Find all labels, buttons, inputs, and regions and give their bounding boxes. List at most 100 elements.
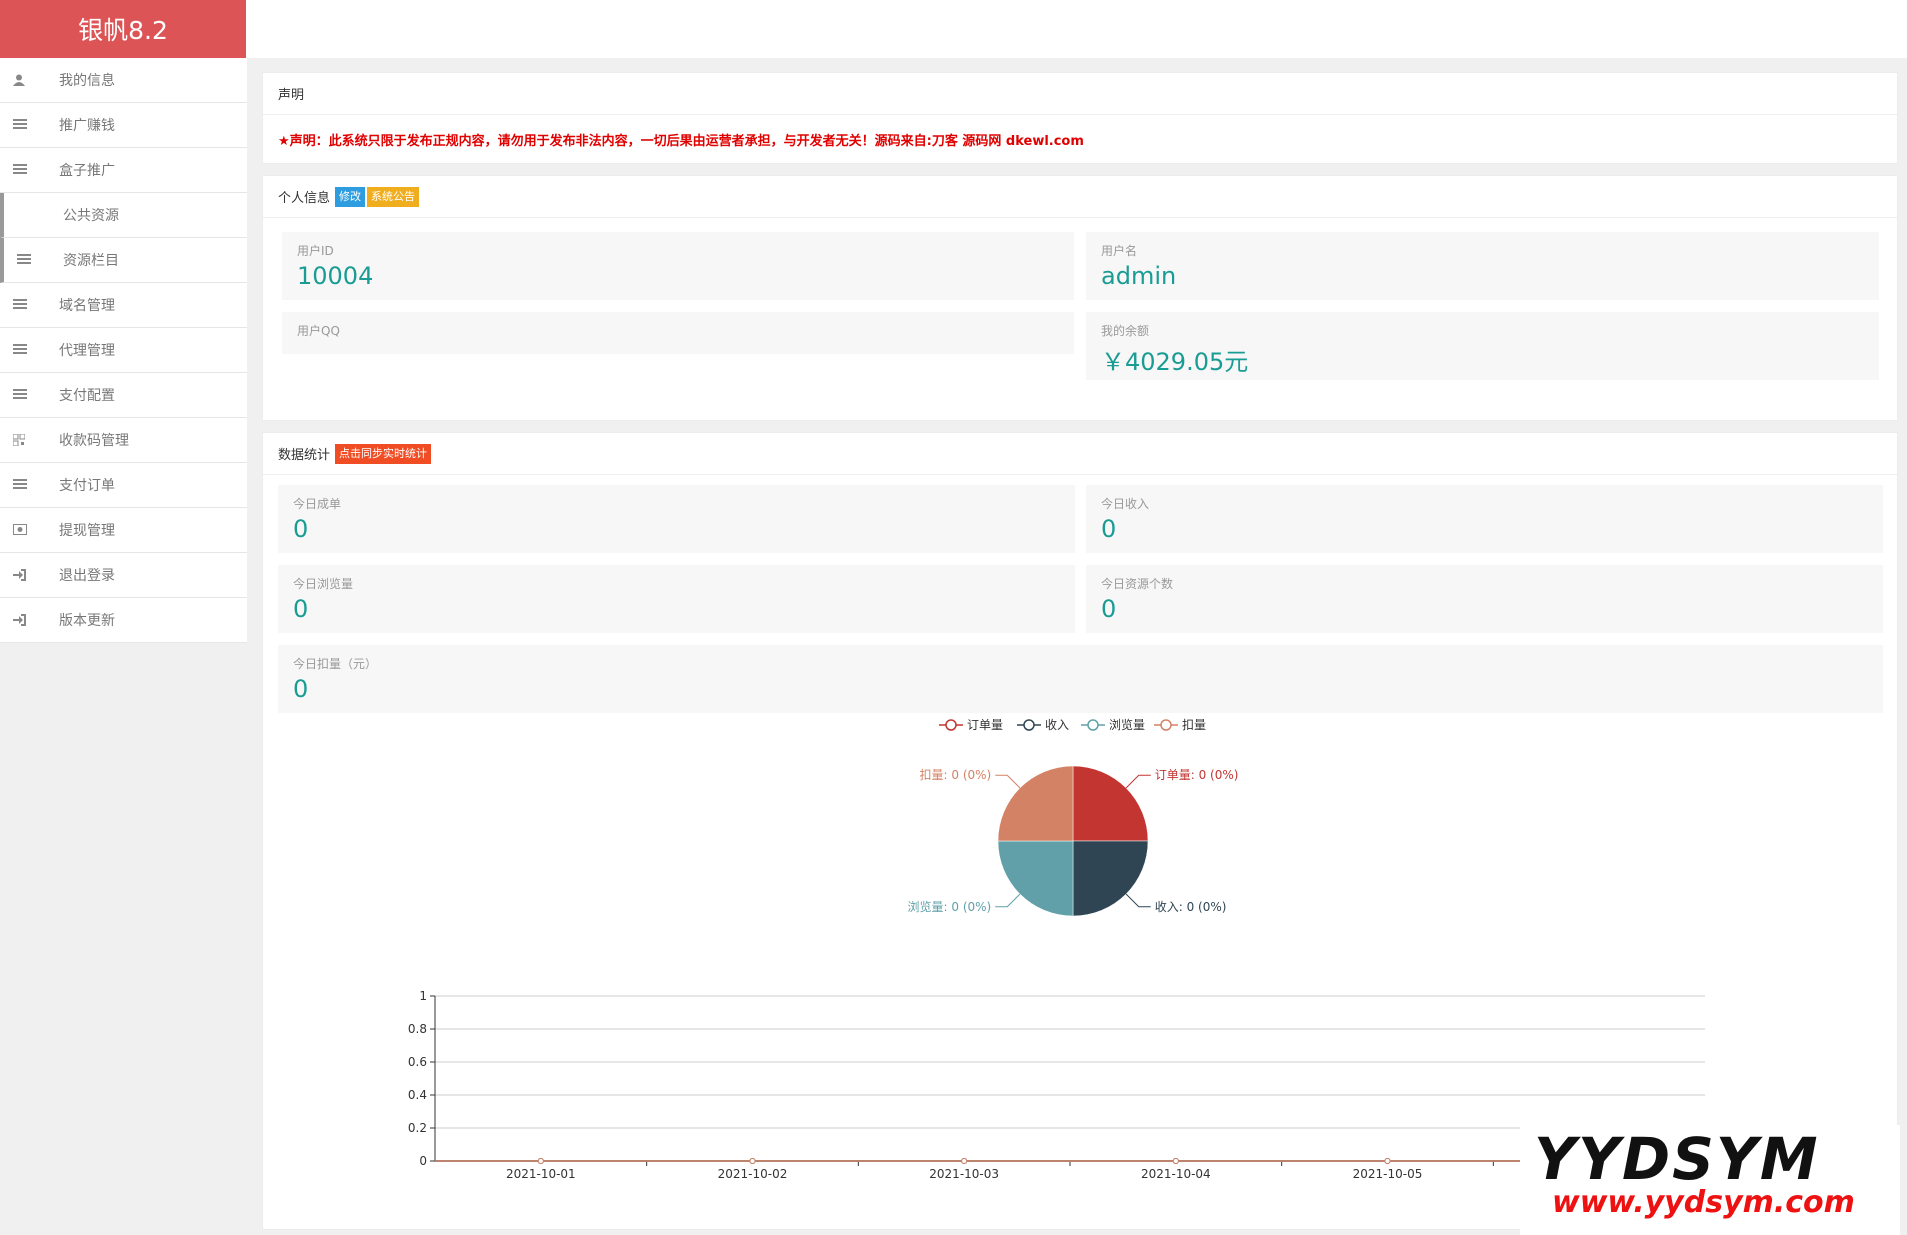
x-tick-label: 2021-10-03 [929,1167,999,1181]
sidebar-item-label: 推广赚钱 [59,118,115,134]
qq-card: 用户QQ [282,312,1074,354]
sidebar-item[interactable]: 我的信息 [0,58,247,103]
today-resources-caption: 今日资源个数 [1101,577,1174,591]
sidebar-item[interactable]: 域名管理 [0,283,247,328]
x-tick-label: 2021-10-02 [718,1167,788,1181]
series-point[interactable] [537,1158,544,1164]
series-point[interactable] [1172,1158,1179,1164]
sidebar-item-label: 收款码管理 [59,433,129,449]
sidebar-item-label: 我的信息 [59,73,115,89]
app-logo[interactable]: 银帆8.2 [0,0,246,58]
legend-label: 订单量 [967,718,1003,732]
x-tick-label: 2021-10-04 [1141,1167,1211,1181]
y-tick-label: 0 [419,1154,427,1168]
user-icon [13,74,27,86]
today-views-value: 0 [293,595,309,623]
today-resources-card: 今日资源个数 0 [1086,565,1883,633]
list-icon [13,479,27,491]
announcement-button[interactable]: 系统公告 [367,186,420,207]
sidebar-item[interactable]: 推广赚钱 [0,103,247,148]
money-icon [13,524,27,536]
today-views-caption: 今日浏览量 [293,577,354,591]
sidebar-item-label: 支付配置 [59,388,115,404]
sidebar-item[interactable]: 提现管理 [0,508,247,553]
today-orders-card: 今日成单 0 [278,485,1075,553]
y-tick-label: 0.2 [408,1121,427,1135]
notice-title: 声明 [263,73,1897,115]
y-tick-label: 1 [419,989,427,1003]
pie-chart: 订单量 收入 浏览量 扣量订单量: 0 (0%) 收入: 0 (0%) 浏览量: 0 (0… [908,717,1239,917]
pie-label: 浏览量: 0 (0%) [908,899,992,914]
sidebar-item[interactable]: 盒子推广 [0,148,247,193]
username-caption: 用户名 [1101,244,1138,258]
sidebar-item-label: 版本更新 [59,613,115,629]
list-icon [13,164,27,176]
today-views-card: 今日浏览量 0 [278,565,1075,633]
profile-title: 个人信息 [278,191,331,206]
pie-label: 收入: 0 (0%) [1155,900,1227,914]
legend-label: 收入 [1045,718,1069,732]
legend-label: 浏览量 [1109,717,1145,732]
today-income-value: 0 [1101,515,1117,543]
list-icon [13,389,27,401]
balance-card: 我的余额 ￥4029.05元 [1086,312,1879,380]
edit-button[interactable]: 修改 [335,186,366,207]
notice-panel: 声明 ★声明：此系统只限于发布正规内容，请勿用于发布非法内容，一切后果由运营者承… [262,72,1898,164]
x-tick-label: 2021-10-05 [1353,1167,1423,1181]
today-income-card: 今日收入 0 [1086,485,1883,553]
stats-title: 数据统计 [278,448,331,463]
username-value: admin [1101,262,1177,290]
today-resources-value: 0 [1101,595,1117,623]
profile-panel: 个人信息 修改 系统公告 用户ID 10004 用户名 admin 用户QQ 我… [262,175,1898,421]
pie-label-line [995,774,1021,789]
sidebar-item[interactable]: 代理管理 [0,328,247,373]
pie-label: 扣量: 0 (0%) [920,768,992,782]
y-tick-label: 0.4 [408,1088,427,1102]
sidebar-item[interactable]: 版本更新 [0,598,247,643]
sidebar-item[interactable]: 退出登录 [0,553,247,598]
qrcode-icon [12,433,27,447]
sidebar-item[interactable]: 资源栏目 [0,238,247,283]
watermark-title: YYDSYM [1534,1125,1820,1193]
sidebar-item-label: 支付订单 [59,478,115,494]
pie-label-line [1125,893,1151,908]
balance-caption: 我的余额 [1101,324,1150,338]
sidebar: 我的信息推广赚钱盒子推广公共资源资源栏目域名管理代理管理支付配置收款码管理支付订… [0,58,247,643]
sidebar-item[interactable]: 公共资源 [0,193,247,238]
sign-in-icon [13,614,27,626]
legend-item[interactable]: 浏览量 [1081,717,1145,732]
legend-item[interactable]: 订单量 [939,718,1003,732]
user-id-card: 用户ID 10004 [282,232,1074,300]
sync-stats-button[interactable]: 点击同步实时统计 [335,443,432,464]
sidebar-item[interactable]: 收款码管理 [0,418,247,463]
series-point[interactable] [961,1158,968,1164]
sidebar-item-label: 公共资源 [63,208,119,224]
list-icon [17,254,31,266]
pie-label-line [1125,774,1151,789]
username-card: 用户名 admin [1086,232,1879,300]
series-point[interactable] [749,1158,756,1164]
pie-label-line [995,893,1021,908]
sign-in-icon [13,569,27,581]
sidebar-item-label: 资源栏目 [63,253,119,269]
list-icon [13,344,27,356]
list-icon [13,299,27,311]
series-point[interactable] [1384,1158,1391,1164]
top-bar: 银帆8.2 [0,0,1907,58]
legend-item[interactable]: 收入 [1017,718,1069,732]
list-icon [13,119,27,131]
today-deduct-caption: 今日扣量（元） [293,657,378,671]
today-deduct-value: 0 [293,675,309,703]
legend-item[interactable]: 扣量 [1154,718,1206,732]
sidebar-item[interactable]: 支付配置 [0,373,247,418]
sidebar-item-label: 代理管理 [59,343,115,359]
pie-label: 订单量: 0 (0%) [1155,768,1239,782]
sidebar-item-label: 提现管理 [59,523,115,539]
sidebar-item[interactable]: 支付订单 [0,463,247,508]
x-tick-label: 2021-10-01 [506,1167,576,1181]
balance-value: ￥4029.05元 [1101,348,1249,376]
today-orders-value: 0 [293,515,309,543]
y-tick-label: 0.6 [408,1055,427,1069]
profile-header: 个人信息 修改 系统公告 [263,176,1897,218]
legend-label: 扣量 [1182,718,1206,732]
